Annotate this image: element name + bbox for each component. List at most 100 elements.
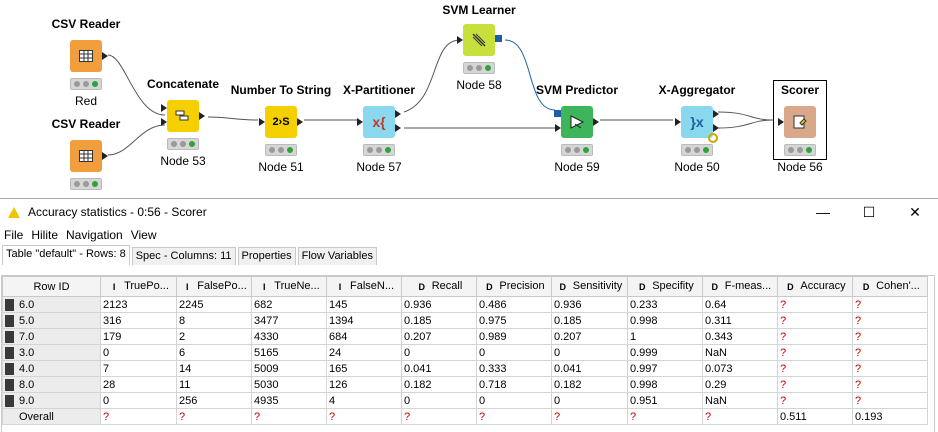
output-port[interactable]	[102, 52, 108, 60]
input-port[interactable]	[675, 118, 681, 126]
output-port[interactable]	[395, 124, 401, 132]
table-row[interactable]: 6.0 2123 2245 682 145 0.936 0.486 0.936 0.233 0.6…	[2, 296, 928, 313]
menu-view[interactable]: View	[131, 228, 157, 242]
table-row[interactable]: 7.0 179 2 4330 684 0.207 0.989 0.207 1 0.343??	[2, 328, 928, 345]
column-header-7[interactable]: D Sensitivity	[551, 276, 628, 297]
node-svm-predictor[interactable]: SVM Predictor Node 59	[517, 82, 637, 174]
table-row[interactable]: 3.0 0 6 5165 24 0 0 0 0.999 NaN??	[2, 344, 928, 361]
input-port[interactable]	[457, 36, 463, 44]
node-x-aggregator[interactable]: X-Aggregator }x Node 50	[637, 82, 757, 174]
table-cell: ?	[551, 408, 628, 425]
node-label: Node 57	[356, 160, 402, 174]
node-label: Node 50	[674, 160, 720, 174]
output-port[interactable]	[593, 118, 599, 126]
minimize-button[interactable]: —	[800, 199, 846, 225]
integer-type-icon: I	[112, 281, 116, 292]
table-cell: ?	[100, 408, 177, 425]
concatenate-icon[interactable]	[161, 100, 205, 132]
column-header-9[interactable]: D F-meas...	[702, 276, 778, 297]
column-header-10[interactable]: D Accuracy	[777, 276, 853, 297]
table-cell: ?	[777, 328, 853, 345]
column-header-label: Sensitivity	[572, 280, 623, 293]
output-port[interactable]	[395, 110, 401, 118]
table-cell: 684	[326, 328, 402, 345]
table-cell: 0.207	[551, 328, 628, 345]
data-table-container[interactable]: Row ID I TruePo... I FalsePo... I TrueNe... I Fa…	[1, 275, 935, 432]
table-row[interactable]: 5.0 316 8 3477 1394 0.185 0.975 0.185 0.998 0.311…	[2, 312, 928, 329]
column-header-8[interactable]: D Specifity	[627, 276, 703, 297]
status-traffic-light	[463, 62, 495, 74]
table-cell: ?	[852, 376, 928, 393]
output-port[interactable]	[199, 112, 205, 120]
scorer-icon[interactable]	[778, 106, 816, 138]
input-port[interactable]	[778, 118, 784, 126]
table-cell: 316	[100, 312, 177, 329]
column-header-1[interactable]: I TruePo...	[100, 276, 177, 297]
table-row[interactable]: 8.0 28 11 5030 126 0.182 0.718 0.182 0.998 0.29??	[2, 376, 928, 393]
learner-icon[interactable]	[457, 24, 502, 56]
icon-text: x{	[372, 114, 386, 130]
maximize-button[interactable]: ☐	[846, 199, 892, 225]
predictor-icon[interactable]	[554, 106, 599, 138]
menu-hilite[interactable]: Hilite	[31, 228, 58, 242]
model-input-port[interactable]	[554, 110, 561, 117]
status-traffic-light	[784, 144, 816, 156]
row-marker	[5, 315, 14, 327]
table-header-row: Row ID I TruePo... I FalsePo... I TrueNe... I Fa…	[2, 276, 928, 297]
tab-properties[interactable]: Properties	[237, 247, 296, 265]
x-aggregator-icon[interactable]: }x	[675, 106, 719, 143]
table-icon[interactable]	[70, 140, 108, 172]
missing-value: ?	[179, 410, 186, 423]
tab-flow-variables[interactable]: Flow Variables	[297, 247, 377, 265]
menu-file[interactable]: File	[4, 228, 23, 242]
table-cell: ?	[852, 296, 928, 313]
column-header-4[interactable]: I FalseN...	[326, 276, 402, 297]
node-x-partitioner[interactable]: X-Partitioner x{ Node 57	[319, 82, 439, 174]
input-port[interactable]	[555, 124, 561, 132]
row-id-label: 4.0	[19, 362, 35, 375]
tab-table[interactable]: Table "default" - Rows: 8	[2, 245, 130, 265]
status-traffic-light	[681, 144, 713, 156]
node-scorer[interactable]: Scorer Node 56	[740, 82, 860, 174]
column-header-3[interactable]: I TrueNe...	[251, 276, 327, 297]
close-button[interactable]: ✕	[892, 199, 938, 225]
window-titlebar[interactable]: Accuracy statistics - 0:56 - Scorer — ☐ …	[0, 199, 938, 225]
output-port[interactable]	[297, 118, 303, 126]
x-partitioner-icon[interactable]: x{	[357, 106, 401, 138]
column-header-11[interactable]: D Cohen'...	[852, 276, 928, 297]
table-cell: 0	[100, 344, 177, 361]
column-header-2[interactable]: I FalsePo...	[176, 276, 252, 297]
input-port[interactable]	[357, 118, 363, 126]
table-icon[interactable]	[70, 40, 108, 72]
table-cell: 2	[176, 328, 252, 345]
input-port[interactable]	[259, 118, 265, 126]
output-port[interactable]	[713, 124, 719, 132]
row-id-cell: 6.0	[2, 296, 101, 313]
input-port[interactable]	[161, 118, 167, 126]
table-cell: 0.333	[476, 360, 552, 377]
node-label: Node 56	[777, 160, 823, 174]
table-cell: 2245	[176, 296, 252, 313]
row-id-label: 3.0	[19, 346, 35, 359]
column-header-6[interactable]: D Precision	[476, 276, 552, 297]
table-row[interactable]: 4.0 7 14 5009 165 0.041 0.333 0.041 0.997 0.073??	[2, 360, 928, 377]
table-cell: NaN	[702, 392, 778, 409]
tab-spec[interactable]: Spec - Columns: 11	[131, 247, 236, 265]
table-row[interactable]: 9.0 0 256 4935 4 0 0 0 0.951 NaN??	[2, 392, 928, 409]
table-row[interactable]: Overall????????? 0.511 0.193	[2, 408, 928, 425]
column-header-row-id[interactable]: Row ID	[2, 276, 101, 297]
number-to-string-icon[interactable]: 2›S	[259, 106, 303, 138]
output-window[interactable]: Accuracy statistics - 0:56 - Scorer — ☐ …	[0, 198, 938, 432]
input-port[interactable]	[161, 104, 167, 112]
table-cell: 28	[100, 376, 177, 393]
table-cell: 0.936	[551, 296, 628, 313]
node-svm-learner[interactable]: SVM Learner Node 58	[419, 2, 539, 92]
column-header-5[interactable]: D Recall	[401, 276, 477, 297]
workflow-canvas[interactable]: CSV Reader Red CSV Reader Concatenate No…	[0, 0, 938, 198]
output-port[interactable]	[102, 152, 108, 160]
row-id-label: Overall	[19, 410, 54, 423]
model-output-port[interactable]	[495, 35, 502, 42]
output-port[interactable]	[713, 110, 719, 118]
row-marker	[5, 395, 14, 407]
menu-navigation[interactable]: Navigation	[66, 228, 123, 242]
